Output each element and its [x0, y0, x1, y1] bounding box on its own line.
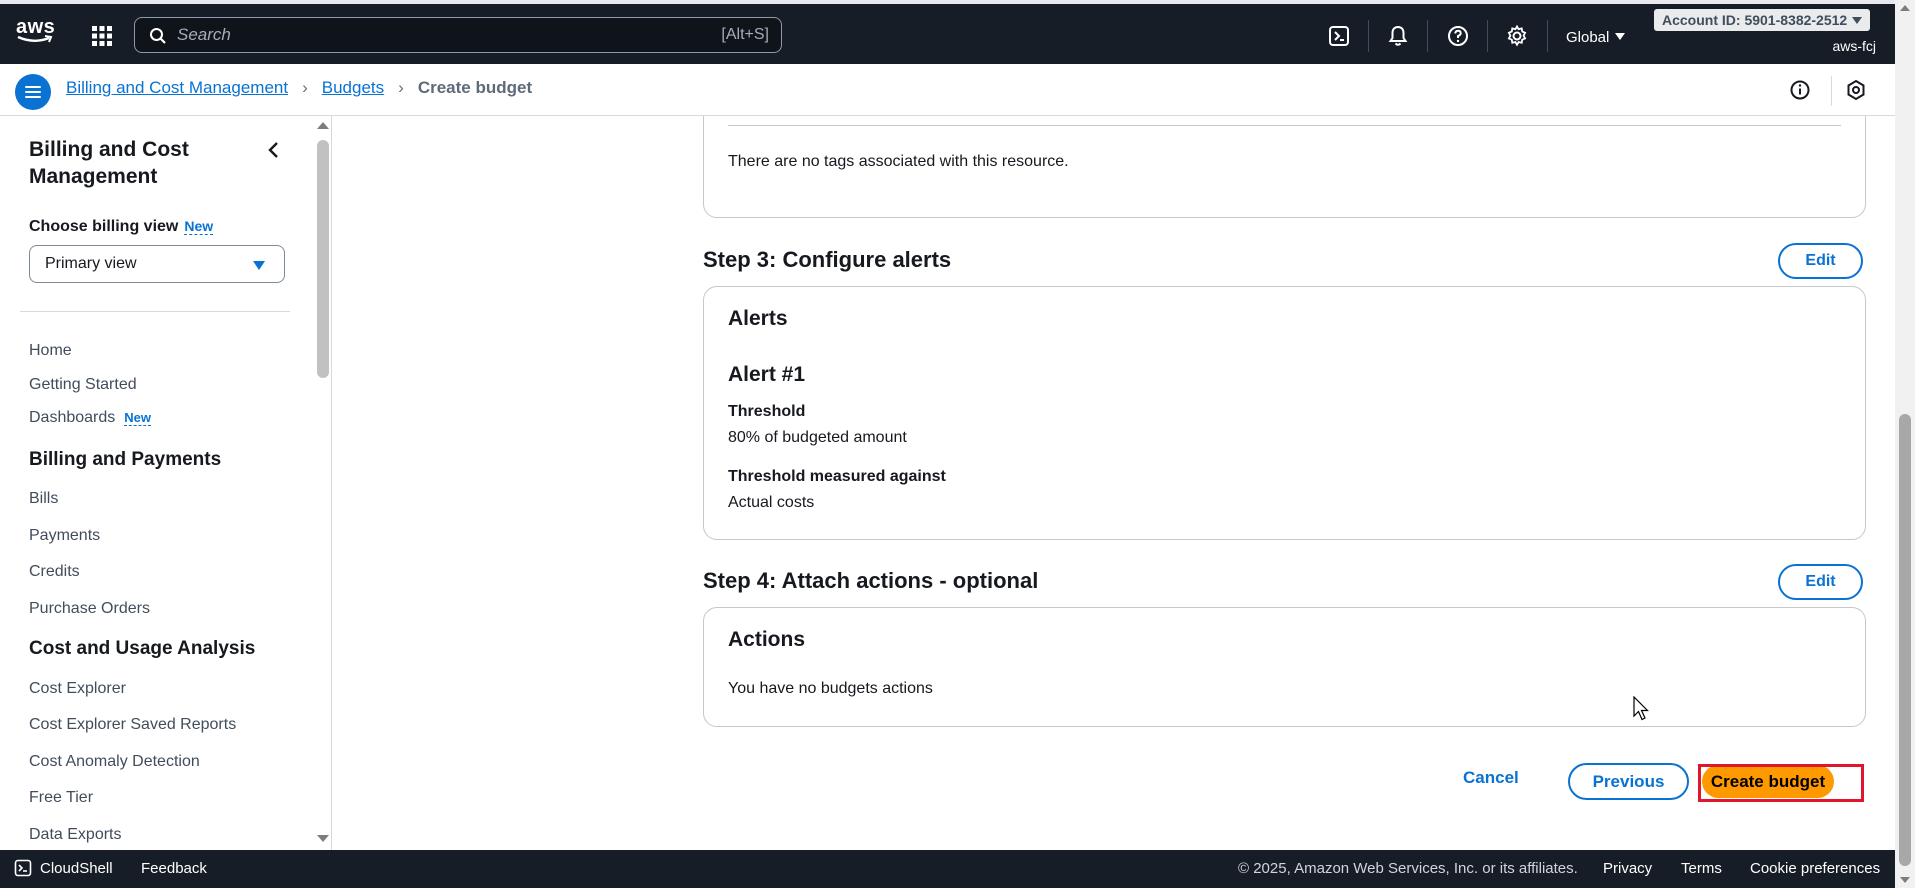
- sidebar-item-getting-started[interactable]: Getting Started: [29, 376, 137, 394]
- gear-icon[interactable]: [1505, 24, 1529, 48]
- breadcrumb-link-billing[interactable]: Billing and Cost Management: [66, 78, 288, 98]
- sidebar-item-payments[interactable]: Payments: [29, 527, 100, 545]
- search-box[interactable]: [Alt+S]: [134, 17, 782, 53]
- scroll-up-arrow-icon[interactable]: [317, 122, 329, 129]
- chevron-left-icon[interactable]: [264, 140, 284, 160]
- sidebar-item-label: Dashboards: [29, 409, 116, 426]
- cookie-preferences-link[interactable]: Cookie preferences: [1750, 860, 1880, 877]
- nav-divider: [1368, 20, 1369, 52]
- sidebar-item-credits[interactable]: Credits: [29, 563, 80, 581]
- billing-view-value: Primary view: [45, 255, 137, 272]
- breadcrumb-link-budgets[interactable]: Budgets: [322, 78, 384, 98]
- step3-title: Step 3: Configure alerts: [703, 247, 952, 272]
- info-icon[interactable]: [1788, 78, 1812, 102]
- sidebar-item-free-tier[interactable]: Free Tier: [29, 789, 93, 807]
- new-badge[interactable]: New: [184, 218, 214, 235]
- scroll-up-arrow-icon[interactable]: [1900, 5, 1910, 11]
- services-grid-icon[interactable]: [90, 24, 114, 48]
- step3-edit-button[interactable]: Edit: [1778, 243, 1863, 279]
- breadcrumb: Billing and Cost Management › Budgets › …: [66, 78, 532, 98]
- cloudshell-footer-button[interactable]: CloudShell: [14, 859, 113, 877]
- scroll-down-arrow-icon[interactable]: [1900, 877, 1910, 883]
- billing-view-label-text: Choose billing view: [29, 218, 179, 235]
- cloudshell-icon[interactable]: [1327, 24, 1351, 48]
- chevron-right-icon: ›: [302, 78, 308, 97]
- measured-against-label: Threshold measured against: [728, 468, 946, 485]
- sidebar-section-cost-usage[interactable]: Cost and Usage Analysis: [29, 638, 255, 660]
- feedback-link[interactable]: Feedback: [141, 860, 207, 877]
- alert-1-title: Alert #1: [728, 363, 806, 386]
- no-actions-text: You have no budgets actions: [728, 680, 933, 697]
- sidebar-item-dashboards[interactable]: Dashboards New: [29, 409, 152, 427]
- caret-down-icon: [253, 261, 265, 270]
- bell-icon[interactable]: [1386, 24, 1410, 48]
- nav-divider: [1547, 20, 1548, 52]
- tags-empty-text: There are no tags associated with this r…: [728, 153, 1069, 170]
- actions-heading: Actions: [728, 628, 806, 651]
- caret-down-icon: [1852, 17, 1863, 24]
- search-shortcut-hint: [Alt+S]: [721, 26, 769, 43]
- billing-view-select[interactable]: Primary view: [29, 245, 285, 283]
- sidebar-scrollbar[interactable]: [313, 116, 331, 850]
- region-selector[interactable]: Global: [1566, 29, 1626, 46]
- cloudshell-icon: [14, 859, 32, 877]
- privacy-link[interactable]: Privacy: [1603, 860, 1652, 877]
- sidebar-item-data-exports[interactable]: Data Exports: [29, 826, 121, 844]
- scroll-down-arrow-icon[interactable]: [317, 835, 329, 842]
- previous-button[interactable]: Previous: [1568, 763, 1689, 800]
- tags-divider: [728, 125, 1841, 126]
- top-navigation: aws [Alt+S]: [0, 0, 1895, 64]
- caret-down-icon: [1615, 33, 1626, 40]
- search-input[interactable]: [177, 24, 677, 46]
- breadcrumb-bar: Billing and Cost Management › Budgets › …: [0, 64, 1895, 116]
- assistant-icon[interactable]: [1844, 78, 1868, 102]
- account-id: Account ID: 5901-8382-2512: [1662, 12, 1848, 28]
- help-icon[interactable]: [1446, 24, 1470, 48]
- side-navigation: Billing and Cost Management Choose billi…: [0, 116, 332, 850]
- scrollbar-thumb[interactable]: [1899, 414, 1911, 866]
- scrollbar-thumb[interactable]: [317, 140, 329, 378]
- sidebar-title: Billing and Cost Management: [29, 138, 189, 188]
- breadcrumb-current: Create budget: [417, 78, 533, 97]
- step4-edit-button[interactable]: Edit: [1778, 564, 1863, 600]
- cancel-button[interactable]: Cancel: [1463, 768, 1519, 788]
- console-footer: CloudShell Feedback © 2025, Amazon Web S…: [0, 850, 1895, 888]
- terms-link[interactable]: Terms: [1681, 860, 1722, 877]
- aws-logo-text: aws: [16, 16, 56, 38]
- nav-divider: [1487, 20, 1488, 52]
- search-icon: [150, 28, 166, 44]
- region-label: Global: [1566, 29, 1610, 46]
- sidebar-item-cost-explorer[interactable]: Cost Explorer: [29, 680, 126, 698]
- sidebar-item-home[interactable]: Home: [29, 342, 72, 360]
- step4-title: Step 4: Attach actions - optional: [703, 568, 1039, 593]
- nav-divider: [1427, 20, 1428, 52]
- sidebar-item-saved-reports[interactable]: Cost Explorer Saved Reports: [29, 716, 236, 734]
- sidebar-item-anomaly-detection[interactable]: Cost Anomaly Detection: [29, 753, 200, 771]
- hamburger-menu-icon[interactable]: [15, 74, 51, 110]
- mouse-cursor-icon: [1633, 696, 1649, 721]
- billing-view-label: Choose billing view New: [29, 218, 214, 236]
- account-menu[interactable]: Account ID: 5901-8382-2512: [1654, 9, 1871, 31]
- chevron-right-icon: ›: [398, 78, 404, 97]
- actions-card: Actions You have no budgets actions: [703, 607, 1866, 727]
- copyright-text: © 2025, Amazon Web Services, Inc. or its…: [1238, 860, 1578, 877]
- breadcrumb-tools-divider: [1831, 76, 1832, 106]
- sidebar-section-billing-payments[interactable]: Billing and Payments: [29, 449, 221, 471]
- page-scrollbar[interactable]: [1895, 0, 1915, 888]
- username[interactable]: aws-fcj: [1832, 38, 1876, 54]
- main-content: There are no tags associated with this r…: [333, 116, 1895, 850]
- sidebar-item-purchase-orders[interactable]: Purchase Orders: [29, 600, 150, 618]
- create-budget-button[interactable]: Create budget: [1702, 765, 1834, 798]
- measured-against-value: Actual costs: [728, 494, 815, 511]
- sidebar-item-bills[interactable]: Bills: [29, 490, 58, 508]
- threshold-value: 80% of budgeted amount: [728, 429, 907, 446]
- cloudshell-label: CloudShell: [40, 859, 113, 877]
- tags-card: There are no tags associated with this r…: [703, 116, 1866, 218]
- alerts-card: Alerts Alert #1 Threshold 80% of budgete…: [703, 286, 1866, 540]
- sidebar-divider: [20, 311, 290, 312]
- threshold-label: Threshold: [728, 403, 806, 420]
- alerts-heading: Alerts: [728, 307, 788, 330]
- new-badge[interactable]: New: [124, 410, 152, 426]
- aws-logo[interactable]: aws: [16, 16, 56, 48]
